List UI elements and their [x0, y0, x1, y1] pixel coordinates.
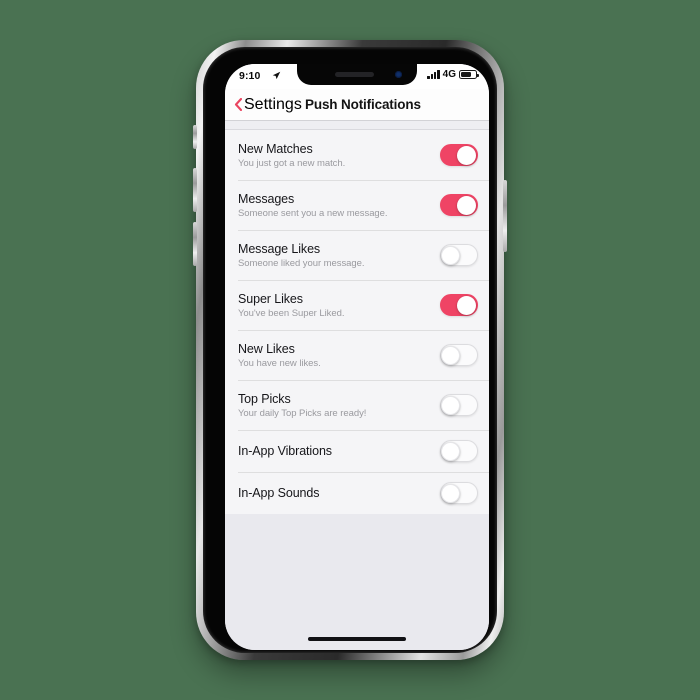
settings-row-subtitle: You've been Super Liked.	[238, 307, 345, 319]
chevron-left-icon	[234, 98, 242, 111]
settings-row-title: In-App Vibrations	[238, 444, 332, 458]
screenshot-canvas: 9:10 4G Settings Push Notifications New …	[0, 0, 700, 700]
settings-row-title: New Matches	[238, 141, 313, 156]
toggle-knob	[457, 296, 476, 315]
settings-row-text-group: Message Likes Someone liked your message.	[238, 241, 365, 269]
settings-row-text-group: New Matches You just got a new match.	[238, 142, 345, 169]
device-bezel: 9:10 4G Settings Push Notifications New …	[203, 47, 497, 653]
settings-row-text-group: In-App Vibrations	[238, 444, 332, 458]
toggle-knob	[457, 196, 476, 215]
toggle-message-likes[interactable]	[440, 244, 478, 266]
toggle-knob	[441, 346, 460, 365]
toggle-knob	[457, 146, 476, 165]
toggle-knob	[441, 246, 460, 265]
back-button-label: Settings	[244, 95, 302, 113]
settings-scroll-view[interactable]: New Matches You just got a new match. Mess…	[225, 121, 489, 650]
front-camera-icon	[395, 71, 402, 78]
settings-row-super-likes[interactable]: Super Likes You've been Super Liked.	[225, 280, 489, 330]
section-header-spacer	[225, 121, 489, 130]
settings-row-subtitle: You just got a new match.	[238, 157, 346, 169]
settings-row-title: New Likes	[238, 341, 295, 356]
silent-switch[interactable]	[193, 125, 197, 149]
home-indicator[interactable]	[308, 637, 406, 641]
settings-row-title: In-App Sounds	[238, 486, 320, 500]
network-type-label: 4G	[442, 69, 456, 80]
toggle-top-picks[interactable]	[440, 394, 478, 416]
settings-row-text-group: Super Likes You've been Super Liked.	[238, 292, 344, 319]
settings-row-title: Super Likes	[238, 291, 303, 306]
cellular-signal-icon	[427, 70, 440, 79]
list-end-filler	[225, 514, 489, 594]
toggle-knob	[441, 442, 460, 461]
settings-row-text-group: Top Picks Your daily Top Picks are ready!	[238, 392, 366, 419]
toggle-messages[interactable]	[440, 194, 478, 216]
toggle-new-matches[interactable]	[440, 144, 478, 166]
volume-down-button[interactable]	[193, 222, 197, 266]
toggle-super-likes[interactable]	[440, 294, 478, 316]
push-notifications-list: New Matches You just got a new match. Mess…	[225, 130, 489, 514]
phone-screen: 9:10 4G Settings Push Notifications New …	[225, 64, 489, 650]
settings-row-subtitle: Your daily Top Picks are ready!	[238, 407, 367, 419]
settings-row-subtitle: Someone liked your message.	[238, 257, 365, 269]
settings-row-subtitle: Someone sent you a new message.	[238, 207, 388, 219]
settings-row-subtitle: You have new likes.	[238, 357, 321, 369]
settings-row-in-app-sounds[interactable]: In-App Sounds	[225, 472, 489, 514]
toggle-new-likes[interactable]	[440, 344, 478, 366]
settings-row-new-likes[interactable]: New Likes You have new likes.	[225, 330, 489, 380]
back-to-settings-button[interactable]: Settings	[234, 89, 302, 120]
location-arrow-icon	[272, 71, 281, 80]
iphone-device-frame: 9:10 4G Settings Push Notifications New …	[193, 40, 507, 660]
settings-row-messages[interactable]: Messages Someone sent you a new message.	[225, 180, 489, 230]
navigation-bar: Settings Push Notifications	[225, 89, 489, 121]
power-button[interactable]	[503, 180, 507, 252]
volume-up-button[interactable]	[193, 168, 197, 212]
toggle-in-app-vibrations[interactable]	[440, 440, 478, 462]
settings-row-top-picks[interactable]: Top Picks Your daily Top Picks are ready!	[225, 380, 489, 430]
settings-row-new-matches[interactable]: New Matches You just got a new match.	[225, 130, 489, 180]
page-title: Push Notifications	[305, 97, 421, 112]
battery-icon	[459, 70, 479, 79]
settings-row-in-app-vibrations[interactable]: In-App Vibrations	[225, 430, 489, 472]
settings-row-message-likes[interactable]: Message Likes Someone liked your message.	[225, 230, 489, 280]
status-bar-indicators: 4G	[427, 69, 479, 80]
settings-row-title: Top Picks	[238, 391, 291, 406]
settings-row-title: Message Likes	[238, 241, 321, 256]
settings-row-text-group: Messages Someone sent you a new message.	[238, 192, 388, 219]
toggle-knob	[441, 484, 460, 503]
settings-row-text-group: In-App Sounds	[238, 486, 320, 500]
settings-row-title: Messages	[238, 191, 295, 206]
status-bar-time: 9:10	[239, 70, 261, 82]
earpiece-speaker-icon	[335, 72, 374, 77]
notch	[297, 64, 417, 85]
toggle-in-app-sounds[interactable]	[440, 482, 478, 504]
settings-row-text-group: New Likes You have new likes.	[238, 342, 321, 369]
battery-fill	[461, 72, 471, 77]
toggle-knob	[441, 396, 460, 415]
